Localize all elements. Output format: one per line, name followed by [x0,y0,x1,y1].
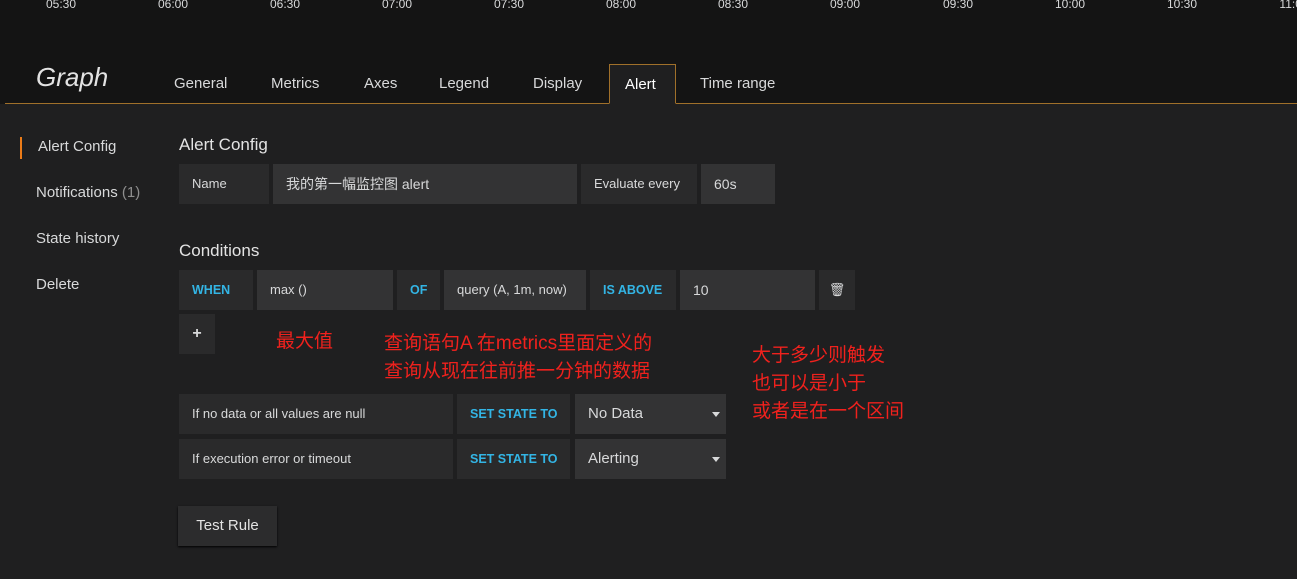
time-tick: 06:00 [157,0,189,11]
panel-title: Graph [36,62,109,92]
exec-error-label: If execution error or timeout [179,439,453,479]
notifications-label: Notifications [36,184,118,201]
notifications-count: (1) [121,184,141,201]
set-state-label: SET STATE TO [457,394,570,434]
time-tick: 10:30 [1166,0,1198,11]
time-tick: 06:30 [269,0,301,11]
annotation-threshold-1: 大于多少则触发 [752,345,886,366]
time-tick: 05:30 [45,0,77,11]
annotation-query-2: 查询从现在往前推一分钟的数据 [384,361,651,382]
annotation-threshold-2: 也可以是小于 [752,373,867,394]
time-tick: 09:00 [829,0,861,11]
sidebar-item-alert-config[interactable]: Alert Config [38,138,116,155]
tab-display[interactable]: Display [518,64,597,104]
evaluator-select[interactable]: IS ABOVE [590,270,676,310]
tab-general[interactable]: General [159,64,242,104]
time-tick: 09:30 [942,0,974,11]
set-state-label: SET STATE TO [457,439,570,479]
sidebar-item-delete[interactable]: Delete [36,276,79,293]
time-tick: 08:30 [717,0,749,11]
name-input[interactable]: 我的第一幅监控图 alert [273,164,577,204]
name-label: Name [179,164,269,204]
sidebar-item-notifications[interactable]: Notifications (1) [36,184,140,201]
active-indicator [20,137,22,159]
tab-legend[interactable]: Legend [424,64,504,104]
time-tick: 07:30 [493,0,525,11]
trash-icon[interactable]: 🗑 [819,270,855,310]
time-tick: 07:00 [381,0,413,11]
reducer-select[interactable]: max () [257,270,393,310]
alert-config-heading: Alert Config [179,135,268,154]
annotation-max: 最大值 [276,331,334,352]
tab-time-range[interactable]: Time range [685,64,790,104]
tab-axes[interactable]: Axes [349,64,412,104]
test-rule-button[interactable]: Test Rule [178,506,277,546]
time-tick: 10:00 [1054,0,1086,11]
annotation-query-1: 查询语句A 在metrics里面定义的 [384,333,653,354]
no-data-state-select[interactable]: No Data [575,394,726,434]
time-tick: 11:00 [1279,0,1297,11]
tab-alert[interactable]: Alert [609,64,676,104]
query-select[interactable]: query (A, 1m, now) [444,270,586,310]
evaluate-input[interactable]: 60s [701,164,775,204]
of-keyword: OF [397,270,440,310]
no-data-label: If no data or all values are null [179,394,453,434]
conditions-heading: Conditions [179,241,260,260]
exec-error-state-select[interactable]: Alerting [575,439,726,479]
time-tick: 08:00 [605,0,637,11]
evaluate-label: Evaluate every [581,164,697,204]
tab-metrics[interactable]: Metrics [256,64,334,104]
when-keyword: WHEN [179,270,253,310]
threshold-input[interactable]: 10 [680,270,815,310]
sidebar-item-state-history[interactable]: State history [36,230,119,247]
add-condition-button[interactable]: + [179,314,215,354]
annotation-threshold-3: 或者是在一个区间 [752,401,905,422]
